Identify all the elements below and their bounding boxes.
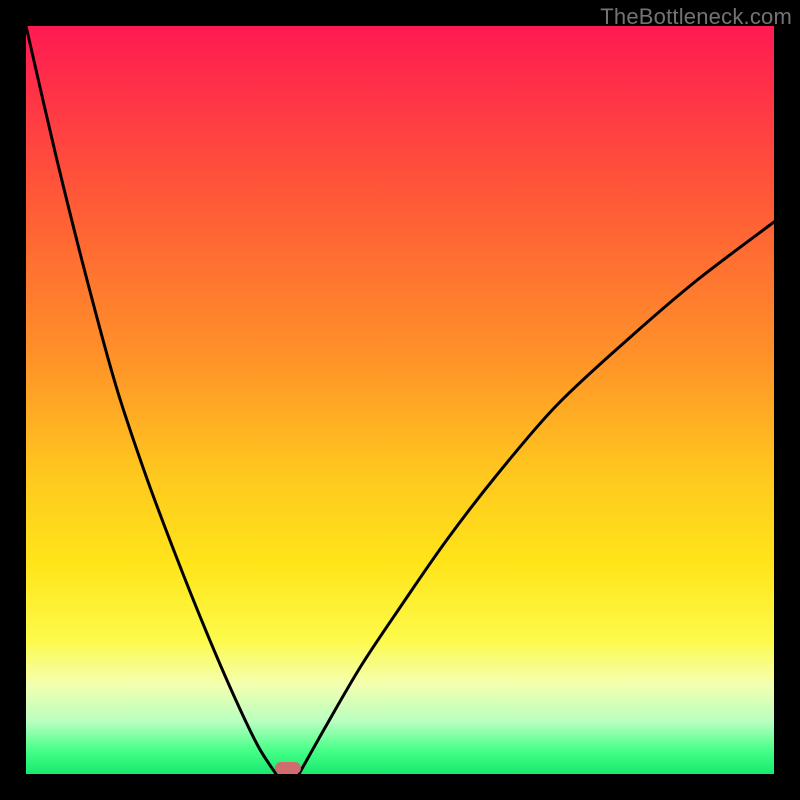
curve-left-branch bbox=[26, 26, 276, 774]
optimal-point-marker bbox=[275, 762, 301, 774]
watermark-text: TheBottleneck.com bbox=[600, 4, 792, 30]
curve-right-branch bbox=[299, 222, 774, 774]
bottleneck-curve bbox=[26, 26, 774, 774]
chart-plot-area bbox=[26, 26, 774, 774]
